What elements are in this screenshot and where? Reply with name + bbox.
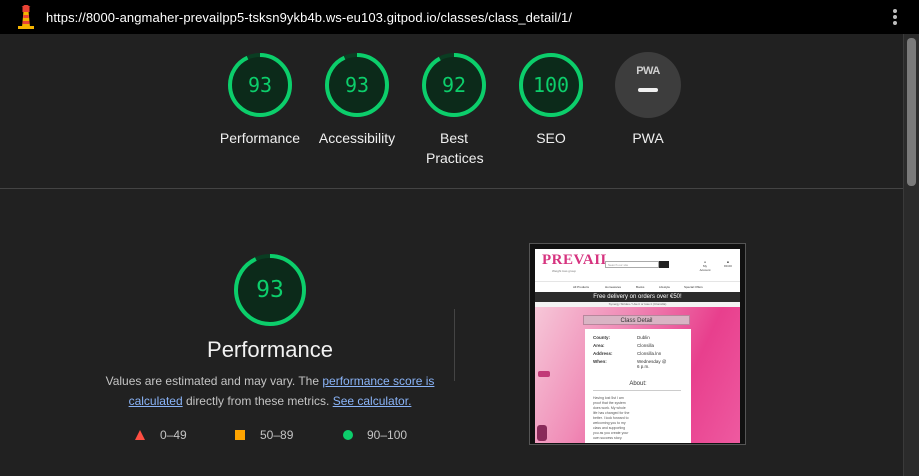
site-nav-item: Homewares	[605, 285, 622, 289]
legend-average-range: 50–89	[260, 428, 294, 442]
site-brand-sub: Weight loss group	[552, 269, 576, 273]
accessibility-score: 93	[344, 73, 370, 97]
address-bar: https://8000-angmaher-prevailpp5-tsksn9y…	[0, 0, 919, 34]
about-divider	[593, 390, 681, 391]
my-account-label: My Account	[699, 264, 711, 272]
detail-row: When: Wednesday @ 6 p.m.	[593, 359, 667, 369]
detail-row: Address: Clonsilla.lnn	[593, 351, 662, 356]
site-nav-item: Special Offers	[684, 285, 703, 289]
url-text[interactable]: https://8000-angmaher-prevailpp5-tsksn9y…	[46, 10, 572, 25]
more-options-icon[interactable]	[893, 9, 897, 27]
dumbbell-image	[537, 425, 547, 441]
detail-row: Area: Clonsilla	[593, 343, 655, 348]
about-heading: About:	[629, 381, 647, 387]
legend-average: 50–89	[235, 428, 293, 442]
seo-label: SEO	[536, 130, 566, 146]
site-nav-item: Books	[636, 285, 645, 289]
performance-label: Performance	[219, 130, 301, 146]
screenshot-page: PREVAIL Weight loss group Search our sit…	[535, 249, 740, 443]
seo-gauge[interactable]: 100	[518, 52, 584, 118]
note-prefix: Values are estimated and may vary. The	[105, 374, 323, 388]
section-divider	[0, 188, 903, 189]
site-header: PREVAIL Weight loss group Search our sit…	[535, 249, 740, 281]
legend-fail-range: 0–49	[160, 428, 187, 442]
delivery-banner: Free delivery on orders over €50!	[535, 292, 740, 302]
site-nav-item: All Products	[573, 285, 590, 289]
pwa-dash-icon	[638, 88, 658, 92]
site-nav-item: Lifestyle	[659, 285, 671, 289]
scrollbar-thumb[interactable]	[907, 38, 916, 186]
best-practices-gauge[interactable]: 92	[421, 52, 487, 118]
accessibility-label: Accessibility	[318, 130, 396, 146]
class-detail-card: County: Dublin Area: Clonsilla Address: Clo…	[585, 329, 691, 443]
circle-icon	[343, 430, 353, 440]
detail-row: County: Dublin	[593, 335, 650, 340]
lighthouse-icon	[16, 4, 36, 29]
hero-background: Class Detail County: Dublin Area: Clonsill…	[535, 307, 740, 443]
legend-pass-range: 90–100	[367, 428, 408, 442]
see-calculator-link[interactable]: See calculator.	[333, 394, 412, 408]
site-search-icon	[659, 261, 669, 268]
report-content: 93 Performance 93 Accessibility 92 Best …	[0, 34, 903, 476]
accessibility-gauge[interactable]: 93	[324, 52, 390, 118]
pwa-badge-text: PWA	[636, 65, 660, 77]
performance-detail-score: 93	[256, 277, 284, 303]
cart-icon: ■ €0.00	[724, 260, 732, 268]
site-nav: All Products Homewares Books Lifestyle S…	[535, 281, 740, 292]
best-practices-score: 92	[441, 73, 467, 97]
performance-note: Values are estimated and may vary. The p…	[100, 371, 440, 411]
site-search-input: Search our site	[605, 261, 659, 268]
about-text: Having lost 5st I am proof that the syst…	[593, 396, 630, 440]
pwa-badge[interactable]: PWA	[615, 52, 681, 118]
account-icon: ● My Account	[699, 260, 711, 272]
square-icon	[235, 430, 245, 440]
performance-title: Performance	[207, 337, 333, 362]
final-screenshot[interactable]: PREVAIL Weight loss group Search our sit…	[529, 243, 746, 445]
vertical-scrollbar[interactable]	[903, 34, 919, 476]
pwa-label: PWA	[632, 130, 664, 146]
legend-pass: 90–100	[343, 428, 407, 442]
performance-detail-gauge: 93	[233, 253, 307, 327]
site-brand: PREVAIL	[542, 252, 612, 268]
class-detail-heading: Class Detail	[583, 315, 690, 325]
seo-score: 100	[532, 73, 570, 97]
triangle-icon	[135, 430, 145, 440]
legend-fail: 0–49	[135, 428, 187, 442]
performance-gauge[interactable]: 93	[227, 52, 293, 118]
note-middle: directly from these metrics.	[182, 394, 333, 408]
vertical-divider	[454, 309, 455, 381]
performance-score: 93	[247, 73, 273, 97]
best-practices-label: Best Practices	[426, 130, 484, 166]
cart-total: €0.00	[724, 264, 732, 268]
dumbbell-image	[538, 371, 550, 377]
